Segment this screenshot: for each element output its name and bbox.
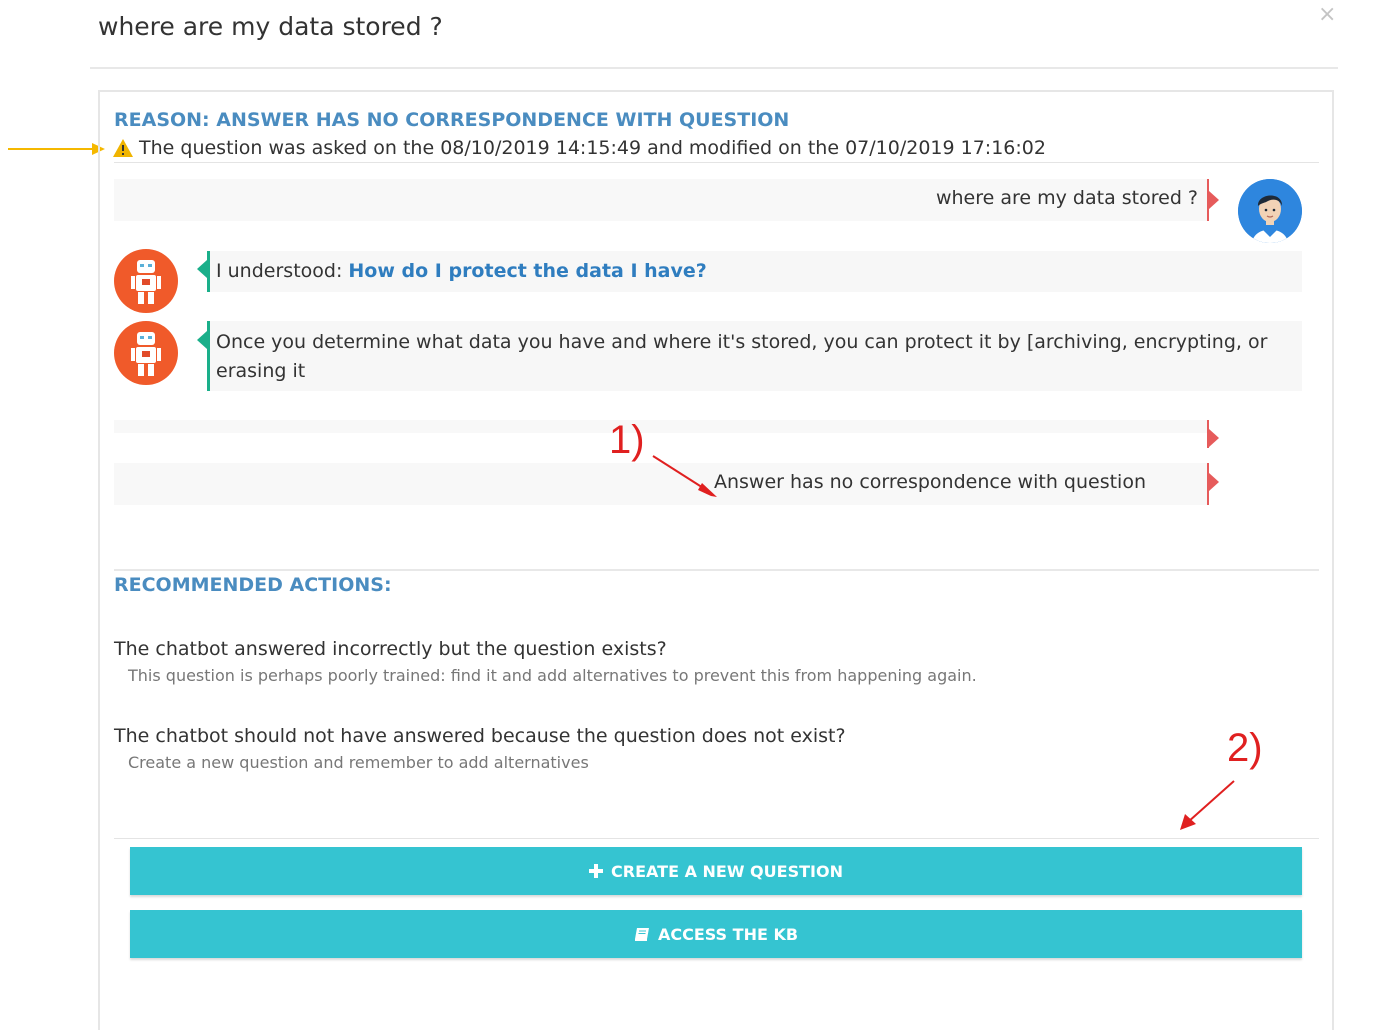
- close-icon[interactable]: ×: [1318, 2, 1336, 27]
- recommended-heading: RECOMMENDED ACTIONS:: [114, 574, 392, 596]
- recommended-divider: [114, 569, 1319, 571]
- bot-answer-line2: erasing it: [216, 360, 306, 382]
- question-meta-text: The question was asked on the 08/10/2019…: [139, 137, 1046, 159]
- user-message-text: where are my data stored ?: [935, 187, 1198, 209]
- feedback-reason-text: Answer has no correspondence with questi…: [713, 471, 1146, 493]
- reason-heading: REASON: ANSWER HAS NO CORRESPONDENCE WIT…: [114, 109, 790, 131]
- bot-marker-arrow: [197, 331, 207, 349]
- user-avatar-icon: [1238, 179, 1302, 243]
- recommendation-question-2: The chatbot should not have answered bec…: [114, 725, 846, 747]
- recommendation-hint-1: This question is perhaps poorly trained:…: [128, 666, 977, 685]
- bot-answer-bubble: Once you determine what data you have an…: [207, 321, 1302, 391]
- annotation-label-2: 2): [1227, 726, 1263, 770]
- create-new-question-label: CREATE A NEW QUESTION: [611, 861, 843, 881]
- recommendation-question-1: The chatbot answered incorrectly but the…: [114, 638, 667, 660]
- feedback-marker-arrow: [1209, 429, 1219, 447]
- feedback-empty-bubble: [114, 420, 1209, 448]
- bot-marker-arrow: [197, 260, 207, 278]
- robot-avatar-icon: [114, 321, 178, 385]
- buttons-divider: [114, 838, 1319, 839]
- annotation-arrow-orange: [8, 143, 105, 155]
- title-divider: [90, 67, 1338, 69]
- question-meta: The question was asked on the 08/10/2019…: [112, 137, 1046, 159]
- bot-answer-line1: Once you determine what data you have an…: [216, 331, 1268, 353]
- understood-question-link[interactable]: How do I protect the data I have?: [348, 260, 706, 282]
- warning-icon: [113, 139, 133, 157]
- annotation-arrow-2: [1180, 780, 1235, 830]
- access-kb-button[interactable]: ACCESS THE KB: [130, 910, 1302, 958]
- bot-understood-bubble: I understood: How do I protect the data …: [207, 251, 1302, 292]
- bot-understood-text: I understood: How do I protect the data …: [216, 260, 707, 282]
- recommendation-hint-2: Create a new question and remember to ad…: [128, 753, 589, 772]
- access-kb-label: ACCESS THE KB: [657, 924, 799, 944]
- user-message-bubble: where are my data stored ?: [114, 179, 1209, 221]
- user-marker-arrow: [1209, 191, 1219, 209]
- annotation-arrow-1: [652, 455, 717, 497]
- modal-title: where are my data stored ?: [98, 12, 443, 41]
- book-icon: [634, 927, 649, 941]
- create-new-question-button[interactable]: CREATE A NEW QUESTION: [130, 847, 1302, 895]
- robot-avatar-icon: [114, 249, 178, 313]
- plus-icon: [589, 864, 604, 878]
- annotation-label-1: 1): [609, 418, 645, 462]
- feedback-marker-arrow: [1209, 473, 1219, 491]
- meta-divider: [114, 162, 1319, 163]
